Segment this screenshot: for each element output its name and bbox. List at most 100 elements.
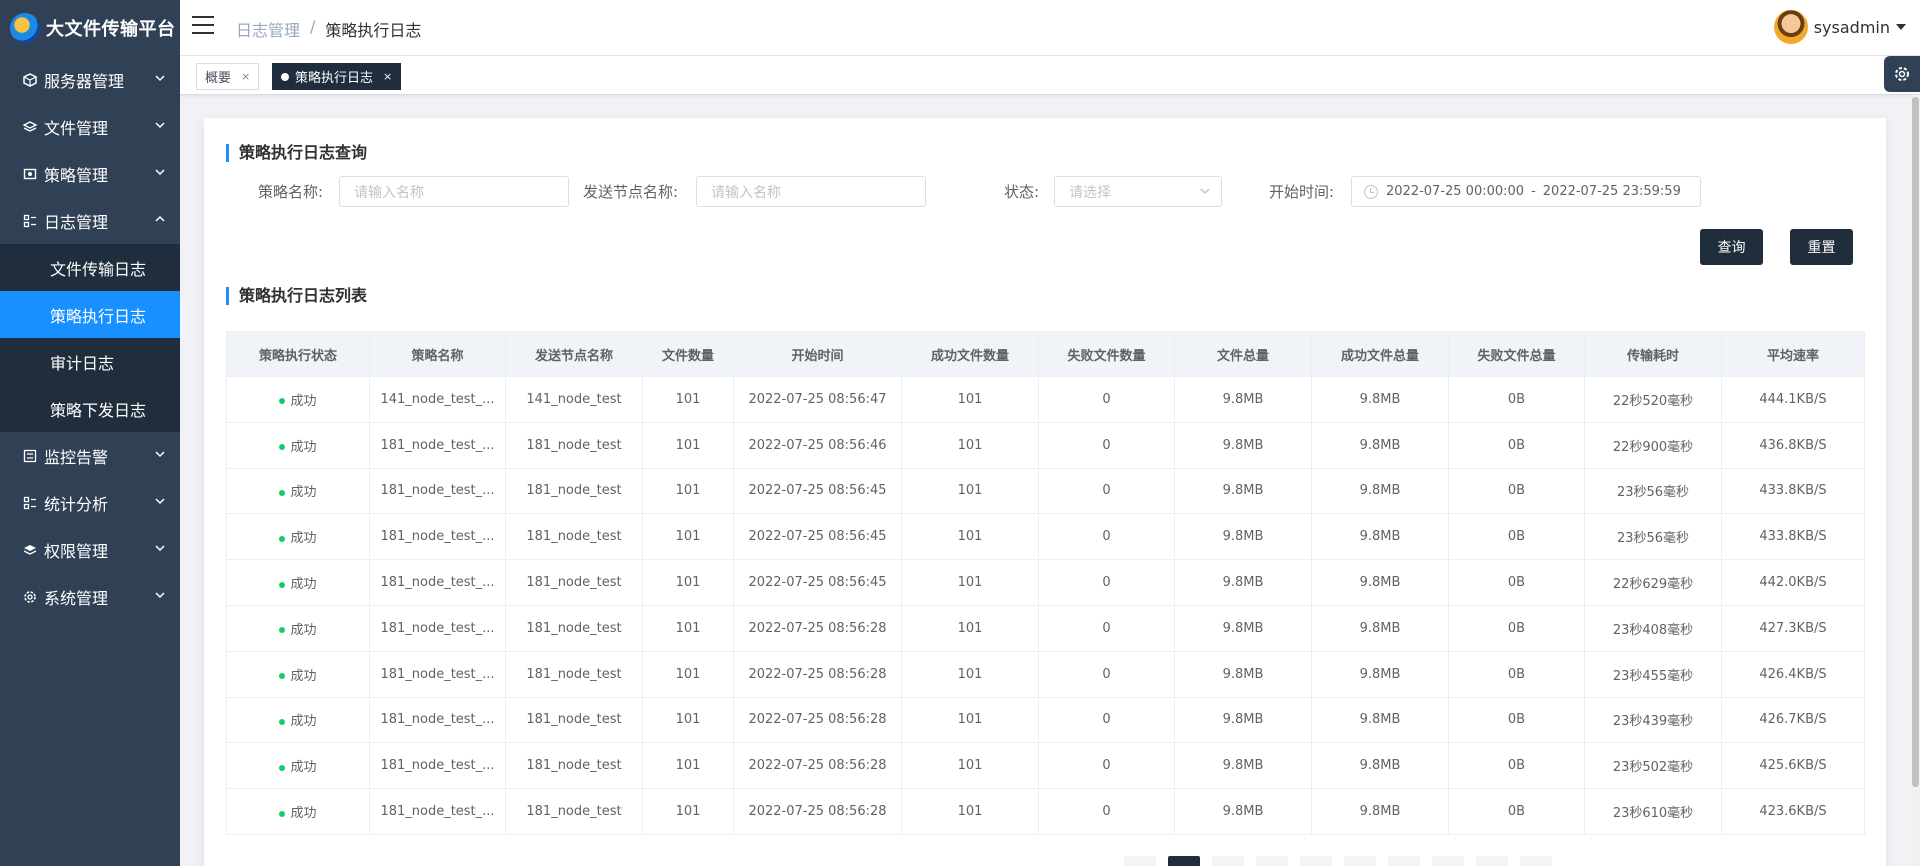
sidebar-item-label: 文件管理 — [44, 118, 109, 138]
start-time-from[interactable]: 2022-07-25 00:00:00 — [1386, 184, 1524, 199]
table-cell: 23秒56毫秒 — [1584, 467, 1722, 515]
table-row[interactable]: 成功 181_node_test_... 181_node_test 101 2022-… — [226, 742, 1865, 790]
table-cell: 0 — [1038, 559, 1175, 606]
table-cell: 0B — [1448, 696, 1585, 744]
status-dot-icon — [279, 810, 286, 817]
sidebar-item-label: 系统管理 — [44, 588, 109, 608]
table-cell: 433.8KB/S — [1721, 467, 1865, 515]
table-cell: 9.8MB — [1311, 788, 1449, 835]
table-cell: 101 — [901, 604, 1039, 652]
table-row[interactable]: 成功 181_node_test_... 181_node_test 101 2022-… — [226, 650, 1865, 698]
table-cell: 181_node_test_... — [369, 559, 506, 606]
status-text: 成功 — [290, 577, 317, 593]
breadcrumb-item-logs[interactable]: 日志管理 — [236, 17, 300, 41]
page-button[interactable] — [1388, 856, 1420, 866]
table-cell: 0B — [1448, 376, 1585, 423]
table-cell: 101 — [642, 696, 734, 744]
query-button[interactable]: 查询 — [1700, 229, 1763, 265]
node-name-input[interactable]: 请输入名称 — [696, 176, 926, 207]
table-cell: 0 — [1038, 421, 1175, 469]
start-time-range-picker[interactable]: 2022-07-25 00:00:00 - 2022-07-25 23:59:5… — [1351, 176, 1701, 207]
tag-overview[interactable]: 概要 × — [196, 63, 260, 90]
table-cell: 23秒610毫秒 — [1584, 788, 1722, 835]
scrollbar-thumb[interactable] — [1912, 97, 1919, 787]
table-cell: 101 — [642, 376, 734, 423]
tags-view: 概要 × 策略执行日志 × — [180, 56, 1920, 95]
sidebar-item-label: 统计分析 — [44, 494, 109, 514]
sidebar-subitem-file-transfer-log[interactable]: 文件传输日志 — [0, 244, 180, 291]
page-button[interactable] — [1344, 856, 1376, 866]
table-row[interactable]: 成功 181_node_test_... 181_node_test 101 2022-… — [226, 513, 1865, 561]
reset-button[interactable]: 重置 — [1790, 229, 1853, 265]
sidebar-item-monitor[interactable]: 监控告警 — [0, 432, 180, 479]
table-cell: 2022-07-25 08:56:28 — [733, 696, 902, 744]
table-cell: 101 — [642, 513, 734, 561]
page-button[interactable] — [1124, 856, 1156, 866]
gear-icon — [1895, 67, 1909, 81]
table-cell: 0B — [1448, 604, 1585, 652]
table-cell: 22秒900毫秒 — [1584, 421, 1722, 469]
table-cell: 101 — [901, 376, 1039, 423]
page-button[interactable] — [1432, 856, 1464, 866]
table-cell: 9.8MB — [1311, 742, 1449, 790]
status-cell: 成功 — [226, 513, 370, 561]
page-button[interactable] — [1212, 856, 1244, 866]
table-cell: 181_node_test_... — [369, 742, 506, 790]
table-row[interactable]: 成功 141_node_test_... 141_node_test 101 2022-… — [226, 376, 1865, 423]
table-cell: 181_node_test_... — [369, 696, 506, 744]
hamburger-icon[interactable] — [192, 16, 214, 34]
table-row[interactable]: 成功 181_node_test_... 181_node_test 101 2022-… — [226, 467, 1865, 515]
status-select[interactable]: 请选择 — [1054, 176, 1222, 207]
tag-policy-exec-log[interactable]: 策略执行日志 × — [272, 63, 402, 90]
page-button[interactable] — [1300, 856, 1332, 866]
sidebar-item-stats[interactable]: 统计分析 — [0, 479, 180, 526]
sidebar-subitem-audit-log[interactable]: 审计日志 — [0, 338, 180, 385]
table-cell: 9.8MB — [1174, 467, 1312, 515]
page-button[interactable] — [1256, 856, 1288, 866]
sidebar-item-logs[interactable]: 日志管理 — [0, 197, 180, 244]
column-header: 成功文件数量 — [901, 331, 1039, 377]
table-row[interactable]: 成功 181_node_test_... 181_node_test 101 2022-… — [226, 604, 1865, 652]
sidebar-subitem-policy-dispatch-log[interactable]: 策略下发日志 — [0, 385, 180, 432]
table-cell: 101 — [901, 742, 1039, 790]
page-button[interactable] — [1476, 856, 1508, 866]
table-cell: 9.8MB — [1174, 421, 1312, 469]
sidebar-item-permission[interactable]: 权限管理 — [0, 526, 180, 573]
page-scrollbar[interactable] — [1911, 95, 1920, 866]
start-time-to[interactable]: 2022-07-25 23:59:59 — [1543, 184, 1681, 199]
table-cell: 0B — [1448, 650, 1585, 698]
settings-button[interactable] — [1884, 56, 1920, 92]
table-cell: 0 — [1038, 376, 1175, 423]
table-cell: 101 — [642, 467, 734, 515]
status-cell: 成功 — [226, 467, 370, 515]
close-icon[interactable]: × — [383, 70, 392, 83]
table-row[interactable]: 成功 181_node_test_... 181_node_test 101 2022-… — [226, 788, 1865, 835]
sidebar-item-files[interactable]: 文件管理 — [0, 103, 180, 150]
chevron-down-icon — [155, 498, 165, 505]
sidebar-item-policy[interactable]: 策略管理 — [0, 150, 180, 197]
table-row[interactable]: 成功 181_node_test_... 181_node_test 101 2022-… — [226, 696, 1865, 744]
table-cell: 23秒439毫秒 — [1584, 696, 1722, 744]
table-row[interactable]: 成功 181_node_test_... 181_node_test 101 2022-… — [226, 559, 1865, 606]
status-dot-icon — [279, 718, 286, 725]
breadcrumb-item-current: 策略执行日志 — [325, 21, 422, 40]
sidebar-item-system[interactable]: 系统管理 — [0, 573, 180, 620]
table-cell: 0B — [1448, 513, 1585, 561]
table-cell: 181_node_test_... — [369, 513, 506, 561]
sidebar-item-server[interactable]: 服务器管理 — [0, 56, 180, 103]
list-section-title: 策略执行日志列表 — [226, 287, 367, 305]
close-icon[interactable]: × — [241, 70, 250, 83]
sidebar-subitem-policy-exec-log[interactable]: 策略执行日志 — [0, 291, 180, 338]
table-cell: 181_node_test — [505, 742, 643, 790]
policy-name-input[interactable]: 请输入名称 — [339, 176, 569, 207]
table-cell: 141_node_test_... — [369, 376, 506, 423]
table-row[interactable]: 成功 181_node_test_... 181_node_test 101 2022-… — [226, 421, 1865, 469]
page-button-current[interactable] — [1168, 856, 1200, 866]
user-menu[interactable]: sysadmin — [1773, 10, 1906, 44]
page-button[interactable] — [1520, 856, 1552, 866]
table-cell: 0 — [1038, 513, 1175, 561]
app-logo[interactable]: 大文件传输平台 — [0, 0, 180, 56]
status-cell: 成功 — [226, 376, 370, 423]
table-cell: 9.8MB — [1174, 559, 1312, 606]
breadcrumb-separator: / — [310, 17, 316, 36]
